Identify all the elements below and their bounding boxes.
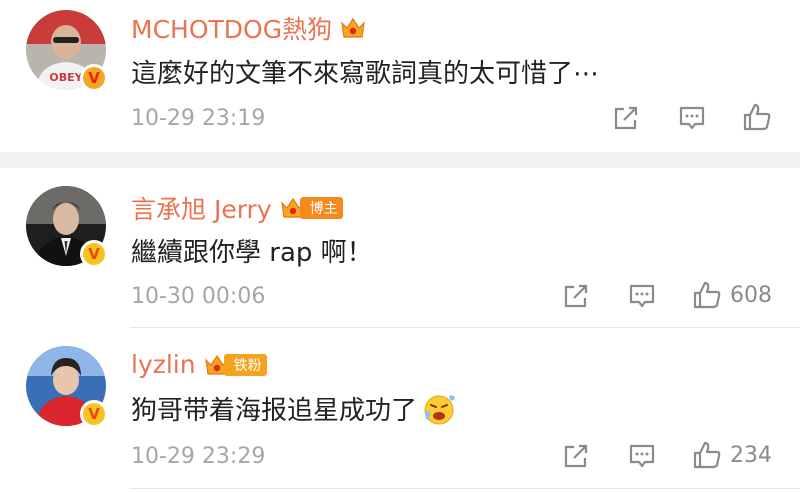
comment-text: 狗哥带着海报追星成功了 bbox=[131, 390, 457, 427]
like-icon bbox=[693, 281, 721, 309]
comment-text: 這麼好的文筆不來寫歌詞真的太可惜了⋯ bbox=[131, 59, 600, 89]
comment-time: 10-29 23:29 bbox=[131, 444, 266, 469]
comment-item: V lyzlin 铁粉 狗哥带着海报追星成功了 10-29 23:29 234 bbox=[0, 328, 800, 492]
share-icon bbox=[614, 106, 638, 130]
share-button[interactable] bbox=[562, 282, 590, 310]
like-button[interactable]: 608 bbox=[692, 280, 772, 310]
comment-text-content: 狗哥带着海报追星成功了 bbox=[131, 396, 418, 426]
like-icon bbox=[693, 441, 721, 469]
reply-button[interactable] bbox=[678, 104, 706, 132]
like-count: 608 bbox=[730, 282, 772, 308]
username[interactable]: 言承旭 Jerry 博主 bbox=[131, 190, 343, 226]
reply-button[interactable] bbox=[628, 282, 656, 310]
comment-icon bbox=[679, 106, 705, 130]
reply-button[interactable] bbox=[628, 442, 656, 470]
verified-icon: V bbox=[80, 240, 108, 268]
comment-text: 繼續跟你學 rap 啊！ bbox=[131, 238, 373, 268]
like-button[interactable] bbox=[742, 102, 780, 132]
share-icon bbox=[564, 284, 588, 308]
fan-badge: 铁粉 bbox=[223, 353, 267, 376]
username[interactable]: MCHOTDOG熱狗 bbox=[131, 10, 366, 46]
avatar[interactable]: V bbox=[26, 186, 108, 268]
divider bbox=[130, 488, 800, 489]
emoji-icon bbox=[424, 394, 456, 424]
svg-text:OBEY: OBEY bbox=[49, 71, 83, 84]
blogger-badge: 博主 bbox=[299, 197, 343, 219]
share-button[interactable] bbox=[562, 442, 590, 470]
verified-icon: V bbox=[80, 400, 108, 428]
share-icon bbox=[564, 444, 588, 468]
comment-item: OBEY V MCHOTDOG熱狗 這麼好的文筆不來寫歌詞真的太可惜了⋯ 10-… bbox=[0, 0, 800, 152]
username-text: 言承旭 Jerry bbox=[131, 195, 272, 224]
crown-icon bbox=[340, 16, 366, 40]
comment-time: 10-29 23:19 bbox=[131, 106, 266, 131]
comment-time: 10-30 00:06 bbox=[131, 284, 266, 309]
like-count: 234 bbox=[730, 442, 772, 468]
verified-icon: V bbox=[80, 64, 108, 92]
comment-icon bbox=[629, 284, 655, 308]
section-separator bbox=[0, 152, 800, 168]
comment-feed: OBEY V MCHOTDOG熱狗 這麼好的文筆不來寫歌詞真的太可惜了⋯ 10-… bbox=[0, 0, 800, 492]
username-text: lyzlin bbox=[131, 350, 196, 379]
avatar[interactable]: V bbox=[26, 346, 108, 428]
share-button[interactable] bbox=[612, 104, 640, 132]
avatar[interactable]: OBEY V bbox=[26, 10, 108, 92]
comment-icon bbox=[629, 444, 655, 468]
comment-item: V 言承旭 Jerry 博主 繼續跟你學 rap 啊！ 10-30 00:06 bbox=[0, 168, 800, 328]
username-text: MCHOTDOG熱狗 bbox=[131, 15, 333, 44]
username[interactable]: lyzlin 铁粉 bbox=[131, 350, 267, 379]
like-button[interactable]: 234 bbox=[692, 440, 772, 470]
like-icon bbox=[743, 103, 771, 131]
